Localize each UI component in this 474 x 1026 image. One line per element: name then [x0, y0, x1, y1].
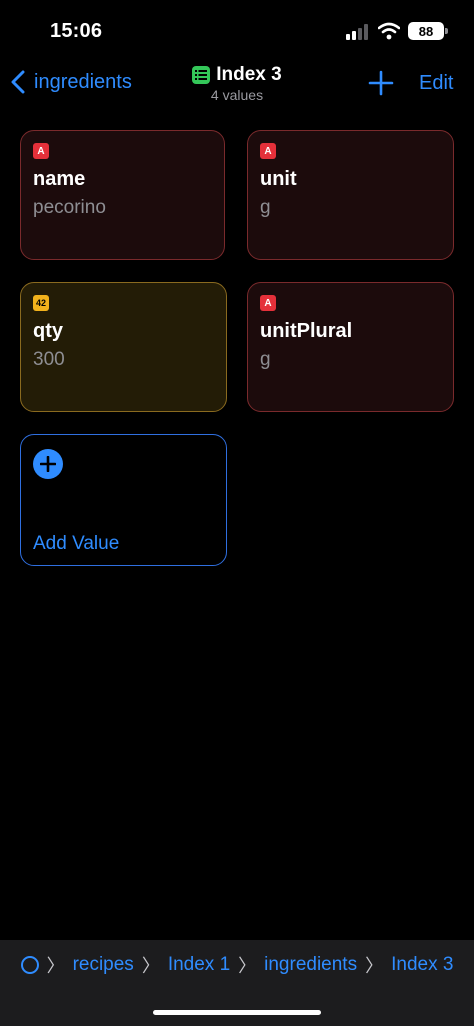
wifi-icon	[378, 22, 400, 40]
breadcrumb-item-ingredients[interactable]: ingredients	[264, 954, 357, 976]
value-card-name[interactable]: A name pecorino	[20, 130, 225, 260]
value-content: 300	[33, 349, 65, 370]
chevron-right-icon: 〉	[238, 956, 257, 976]
value-card-unit[interactable]: A unit g	[247, 130, 454, 260]
page-title-group: Index 3 4 values	[0, 64, 474, 103]
text-type-icon: A	[260, 295, 276, 311]
page-title: Index 3	[216, 64, 282, 85]
value-content: g	[260, 197, 271, 218]
cellular-signal-icon	[346, 24, 368, 40]
list-icon	[192, 66, 211, 84]
navigation-bar: ingredients Index 3 4 values Edit	[0, 60, 474, 116]
edit-button[interactable]: Edit	[419, 72, 453, 95]
value-content: pecorino	[33, 197, 106, 218]
breadcrumb: 〉 recipes 〉 Index 1 〉 ingredients 〉 Inde…	[0, 952, 474, 978]
value-card-unitplural[interactable]: A unitPlural g	[247, 282, 454, 412]
breadcrumb-item-recipes[interactable]: recipes	[73, 954, 134, 976]
number-type-icon: 42	[33, 295, 49, 311]
add-value-button[interactable]: Add Value	[20, 434, 227, 566]
add-value-label: Add Value	[33, 533, 120, 554]
root-circle-icon[interactable]	[20, 956, 39, 974]
breadcrumb-item-index-1[interactable]: Index 1	[168, 954, 230, 976]
value-key: name	[33, 168, 86, 190]
text-type-icon: A	[260, 143, 276, 159]
breadcrumb-item-index-3[interactable]: Index 3	[391, 954, 453, 976]
battery-icon: 88	[408, 22, 448, 40]
status-time: 15:06	[50, 20, 103, 42]
chevron-right-icon: 〉	[141, 956, 160, 976]
add-icon-button[interactable]	[368, 70, 394, 96]
breadcrumb-bar: 〉 recipes 〉 Index 1 〉 ingredients 〉 Inde…	[0, 940, 474, 1026]
value-content: g	[260, 349, 271, 370]
chevron-right-icon: 〉	[46, 956, 65, 976]
value-key: qty	[33, 320, 63, 342]
text-type-icon: A	[33, 143, 49, 159]
plus-circle-icon	[33, 449, 63, 479]
home-indicator[interactable]	[153, 1010, 321, 1015]
chevron-right-icon: 〉	[365, 956, 384, 976]
value-key: unit	[260, 168, 297, 190]
page-subtitle: 4 values	[210, 87, 264, 103]
value-key: unitPlural	[260, 320, 353, 342]
status-bar: 15:06 88	[0, 0, 474, 60]
value-card-qty[interactable]: 42 qty 300	[20, 282, 227, 412]
